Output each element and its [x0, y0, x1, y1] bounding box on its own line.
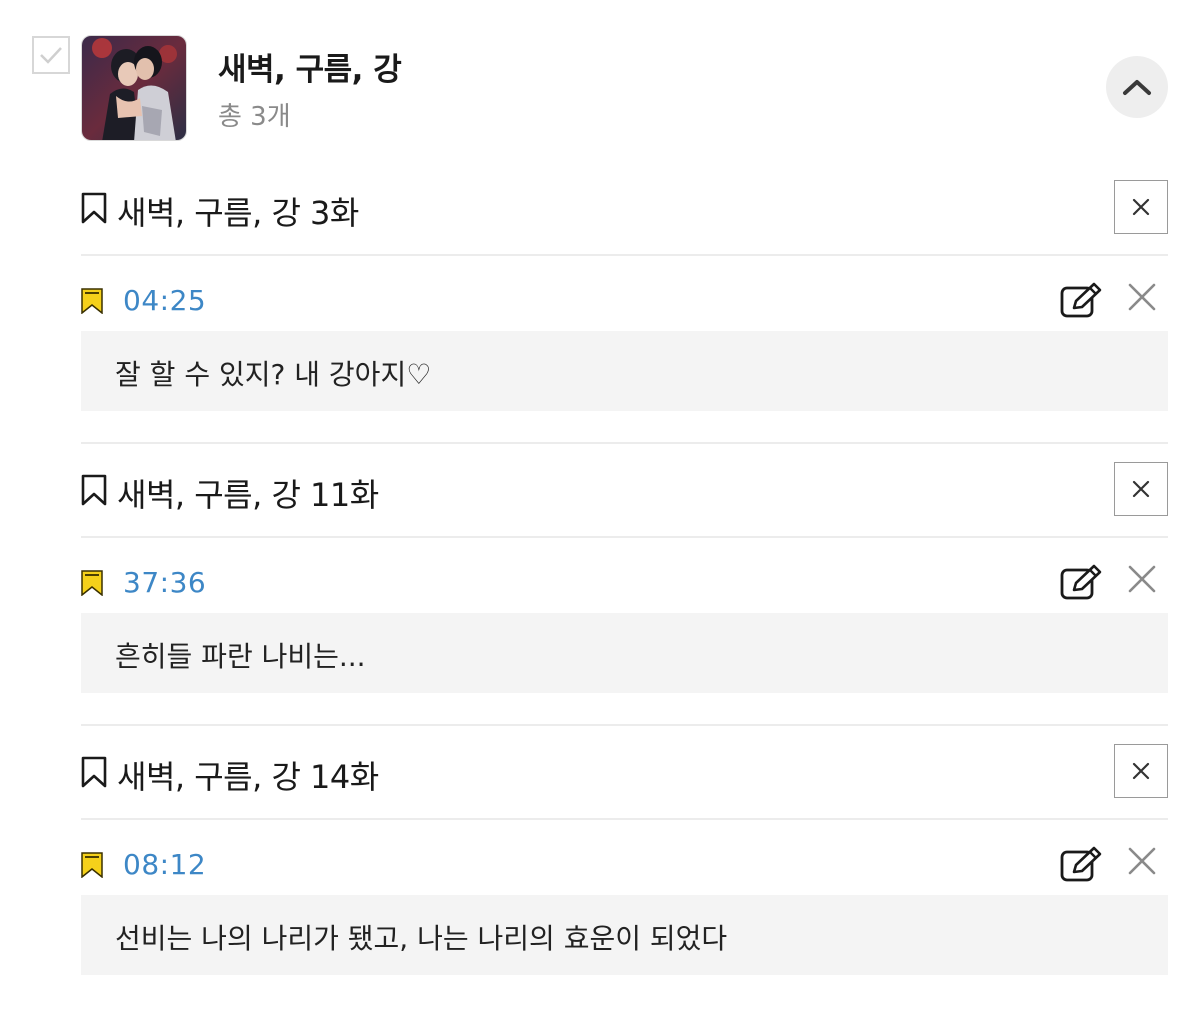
close-icon — [1128, 283, 1156, 311]
delete-note-button[interactable] — [1125, 280, 1159, 314]
edit-note-button[interactable] — [1059, 562, 1103, 602]
collapse-button[interactable] — [1106, 56, 1168, 118]
episode-list: 새벽, 구름, 강 3화 04:25 잘 할 수 있지? 내 강아지♡ 새벽, … — [0, 160, 1200, 1006]
note-timestamp[interactable]: 37:36 — [123, 566, 206, 599]
note-text: 흔히들 파란 나비는... — [115, 640, 366, 673]
episode-group: 새벽, 구름, 강 11화 37:36 흔히들 파란 나비는... — [0, 442, 1200, 726]
bookmark-icon — [81, 192, 107, 224]
divider — [81, 536, 1168, 538]
bookmark-icon — [81, 756, 107, 788]
series-count: 총 3개 — [218, 102, 291, 132]
note-content: 선비는 나의 나리가 됐고, 나는 나리의 효운이 되었다 — [81, 895, 1168, 975]
delete-note-button[interactable] — [1125, 562, 1159, 596]
delete-note-button[interactable] — [1125, 844, 1159, 878]
note-timestamp[interactable]: 08:12 — [123, 848, 206, 881]
series-cover-image[interactable] — [81, 35, 187, 141]
close-icon — [1128, 565, 1156, 593]
edit-icon — [1060, 282, 1102, 318]
edit-icon — [1060, 564, 1102, 600]
note-timestamp[interactable]: 04:25 — [123, 284, 206, 317]
bookmark-icon — [81, 474, 107, 506]
bookmark-flag-icon — [81, 570, 103, 596]
bookmark-flag-icon — [81, 852, 103, 878]
note-content: 흔히들 파란 나비는... — [81, 613, 1168, 693]
check-icon — [40, 47, 62, 64]
delete-episode-button[interactable] — [1114, 180, 1168, 234]
note-header: 04:25 — [81, 274, 1168, 332]
episode-title: 새벽, 구름, 강 3화 — [117, 194, 359, 232]
episode-header[interactable]: 새벽, 구름, 강 14화 — [81, 744, 1168, 818]
series-header: 새벽, 구름, 강 총 3개 — [0, 0, 1200, 160]
bookmark-flag-icon — [81, 288, 103, 314]
note-text: 잘 할 수 있지? 내 강아지♡ — [115, 358, 432, 391]
episode-header[interactable]: 새벽, 구름, 강 3화 — [81, 180, 1168, 254]
series-title: 새벽, 구름, 강 — [218, 52, 402, 88]
episode-title: 새벽, 구름, 강 14화 — [117, 758, 379, 796]
edit-icon — [1060, 846, 1102, 882]
episode-header[interactable]: 새벽, 구름, 강 11화 — [81, 462, 1168, 536]
edit-note-button[interactable] — [1059, 844, 1103, 884]
divider — [81, 818, 1168, 820]
close-icon — [1132, 480, 1150, 498]
close-icon — [1132, 198, 1150, 216]
close-icon — [1132, 762, 1150, 780]
note-header: 08:12 — [81, 838, 1168, 896]
episode-group: 새벽, 구름, 강 14화 08:12 선비는 나의 나리가 됐고, 나는 나리… — [0, 724, 1200, 1006]
select-checkbox[interactable] — [32, 36, 70, 74]
chevron-up-icon — [1123, 80, 1151, 95]
edit-note-button[interactable] — [1059, 280, 1103, 320]
episode-group: 새벽, 구름, 강 3화 04:25 잘 할 수 있지? 내 강아지♡ — [0, 160, 1200, 444]
episode-title: 새벽, 구름, 강 11화 — [117, 476, 379, 514]
delete-episode-button[interactable] — [1114, 462, 1168, 516]
note-header: 37:36 — [81, 556, 1168, 614]
delete-episode-button[interactable] — [1114, 744, 1168, 798]
note-content: 잘 할 수 있지? 내 강아지♡ — [81, 331, 1168, 411]
divider — [81, 254, 1168, 256]
note-text: 선비는 나의 나리가 됐고, 나는 나리의 효운이 되었다 — [115, 922, 728, 955]
close-icon — [1128, 847, 1156, 875]
